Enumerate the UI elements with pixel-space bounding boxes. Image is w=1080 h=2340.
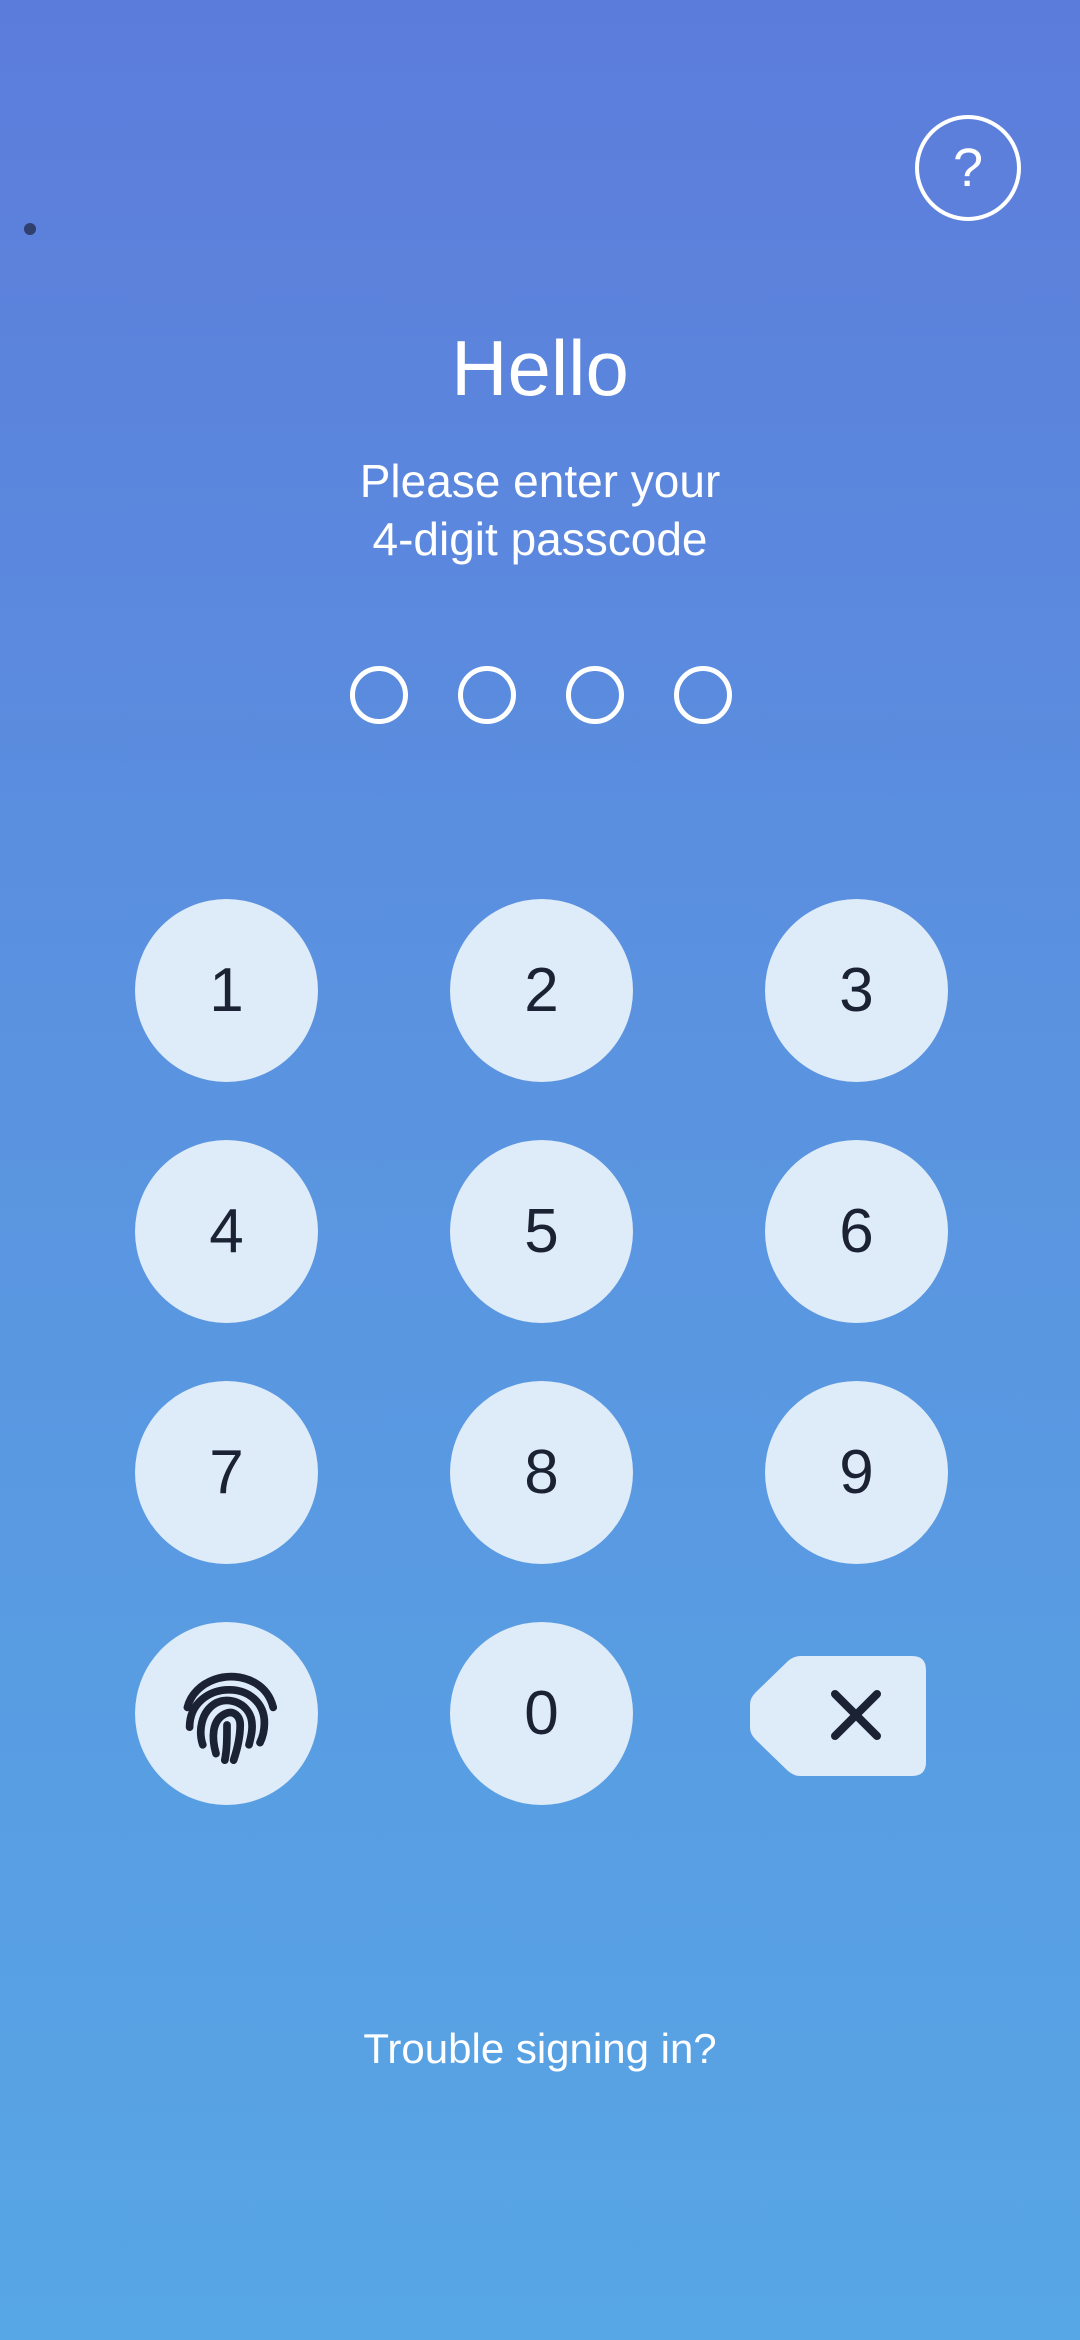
fingerprint-button[interactable] bbox=[135, 1622, 318, 1805]
pin-dot-4 bbox=[674, 666, 732, 724]
key-9[interactable]: 9 bbox=[765, 1381, 948, 1564]
pin-dot-3 bbox=[566, 666, 624, 724]
fingerprint-icon bbox=[183, 1672, 277, 1764]
question-mark-icon: ? bbox=[952, 138, 984, 198]
backspace-button[interactable] bbox=[750, 1656, 928, 1776]
key-7[interactable]: 7 bbox=[135, 1381, 318, 1564]
pin-dot-2 bbox=[458, 666, 516, 724]
key-1[interactable]: 1 bbox=[135, 899, 318, 1082]
key-3[interactable]: 3 bbox=[765, 899, 948, 1082]
help-button[interactable]: ? bbox=[915, 115, 1021, 221]
key-6[interactable]: 6 bbox=[765, 1140, 948, 1323]
passcode-instructions: Please enter your 4-digit passcode bbox=[0, 452, 1080, 568]
passcode-indicator bbox=[350, 666, 732, 724]
page-title: Hello bbox=[451, 324, 629, 412]
key-2[interactable]: 2 bbox=[450, 899, 633, 1082]
key-0[interactable]: 0 bbox=[450, 1622, 633, 1805]
backspace-icon bbox=[750, 1656, 926, 1776]
key-4[interactable]: 4 bbox=[135, 1140, 318, 1323]
key-8[interactable]: 8 bbox=[450, 1381, 633, 1564]
pin-dot-1 bbox=[350, 666, 408, 724]
status-dot bbox=[24, 223, 36, 235]
key-5[interactable]: 5 bbox=[450, 1140, 633, 1323]
trouble-signing-in-link[interactable]: Trouble signing in? bbox=[0, 2025, 1080, 2073]
instructions-line-1: Please enter your bbox=[359, 455, 721, 507]
instructions-line-2: 4-digit passcode bbox=[372, 513, 708, 565]
